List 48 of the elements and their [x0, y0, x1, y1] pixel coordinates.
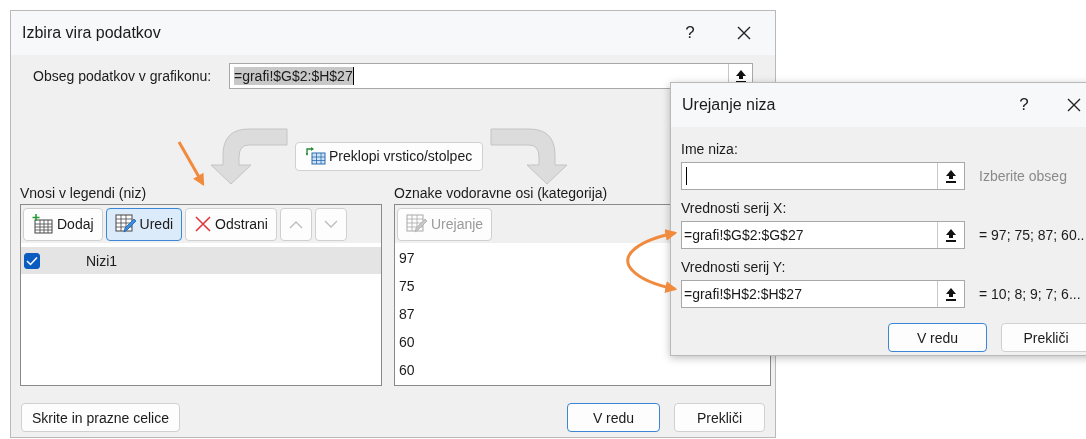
arrow-up-icon [945, 287, 957, 301]
axis-labels-label: Oznake vodoravne osi (kategorija) [394, 185, 609, 201]
arrow-up-icon [945, 169, 957, 183]
range-label: Obseg podatkov v grafikonu: [33, 68, 213, 84]
range-field[interactable]: =grafi!$G$2:$G$27 [681, 221, 965, 249]
range-field[interactable]: =grafi!$H$2:$H$27 [681, 280, 965, 308]
bent-arrow-icon [489, 127, 570, 185]
dialog-title: Izbira vira podatkov [22, 24, 162, 42]
chevron-down-icon [324, 219, 338, 229]
annotation-arrow [626, 229, 678, 293]
values-preview: = 10; 8; 9; 7; 6... [979, 286, 1081, 302]
category-item[interactable]: 60 [399, 361, 770, 379]
bent-arrow-icon [209, 127, 289, 185]
arrow-up-icon [945, 228, 957, 242]
remove-button[interactable]: Odstrani [185, 207, 277, 241]
switch-row-column-button[interactable]: Preklopi vrstico/stolpec [295, 141, 484, 171]
annotation-arrow [177, 141, 205, 187]
chevron-up-icon [289, 219, 303, 229]
add-button[interactable]: Dodaj [23, 207, 103, 241]
hidden-empty-cells-button[interactable]: Skrite in prazne celice [21, 403, 180, 432]
help-button[interactable]: ? [667, 15, 713, 51]
field-label: Vrednosti serij X: [681, 200, 788, 216]
close-icon [1066, 97, 1082, 113]
close-icon [736, 25, 752, 41]
field-label: Vrednosti serij Y: [681, 259, 787, 275]
field-label: Ime niza: [681, 141, 739, 157]
values-preview: = 97; 75; 87; 60.. [979, 227, 1085, 243]
table-pencil-icon [114, 214, 137, 234]
legend-entries-label: Vnosi v legendi (niz) [20, 185, 148, 201]
help-button[interactable]: ? [1001, 87, 1047, 123]
close-icon [194, 215, 213, 233]
ok-button[interactable]: V redu [567, 403, 660, 432]
range-value: =grafi!$G$2:$H$27 [234, 67, 354, 85]
ok-button[interactable]: V redu [888, 323, 987, 352]
switch-icon [306, 147, 326, 165]
field-value: =grafi!$H$2:$H$27 [684, 286, 802, 302]
edit-button[interactable]: Uredi [105, 207, 183, 241]
range-field[interactable]: =grafi!$G$2:$H$27 [229, 63, 753, 89]
series-list-item[interactable]: Nizi1 [21, 247, 381, 274]
table-plus-icon [32, 214, 54, 234]
range-field[interactable] [681, 162, 965, 190]
cancel-button[interactable]: Prekliči [1001, 323, 1086, 352]
field-value: =grafi!$G$2:$G$27 [684, 227, 804, 243]
hint-text: Izberite obseg [979, 168, 1067, 184]
cancel-button[interactable]: Prekliči [674, 403, 765, 432]
dialog-title: Urejanje niza [682, 96, 777, 114]
table-pencil-icon [406, 214, 428, 234]
series-checkbox[interactable] [24, 252, 40, 269]
